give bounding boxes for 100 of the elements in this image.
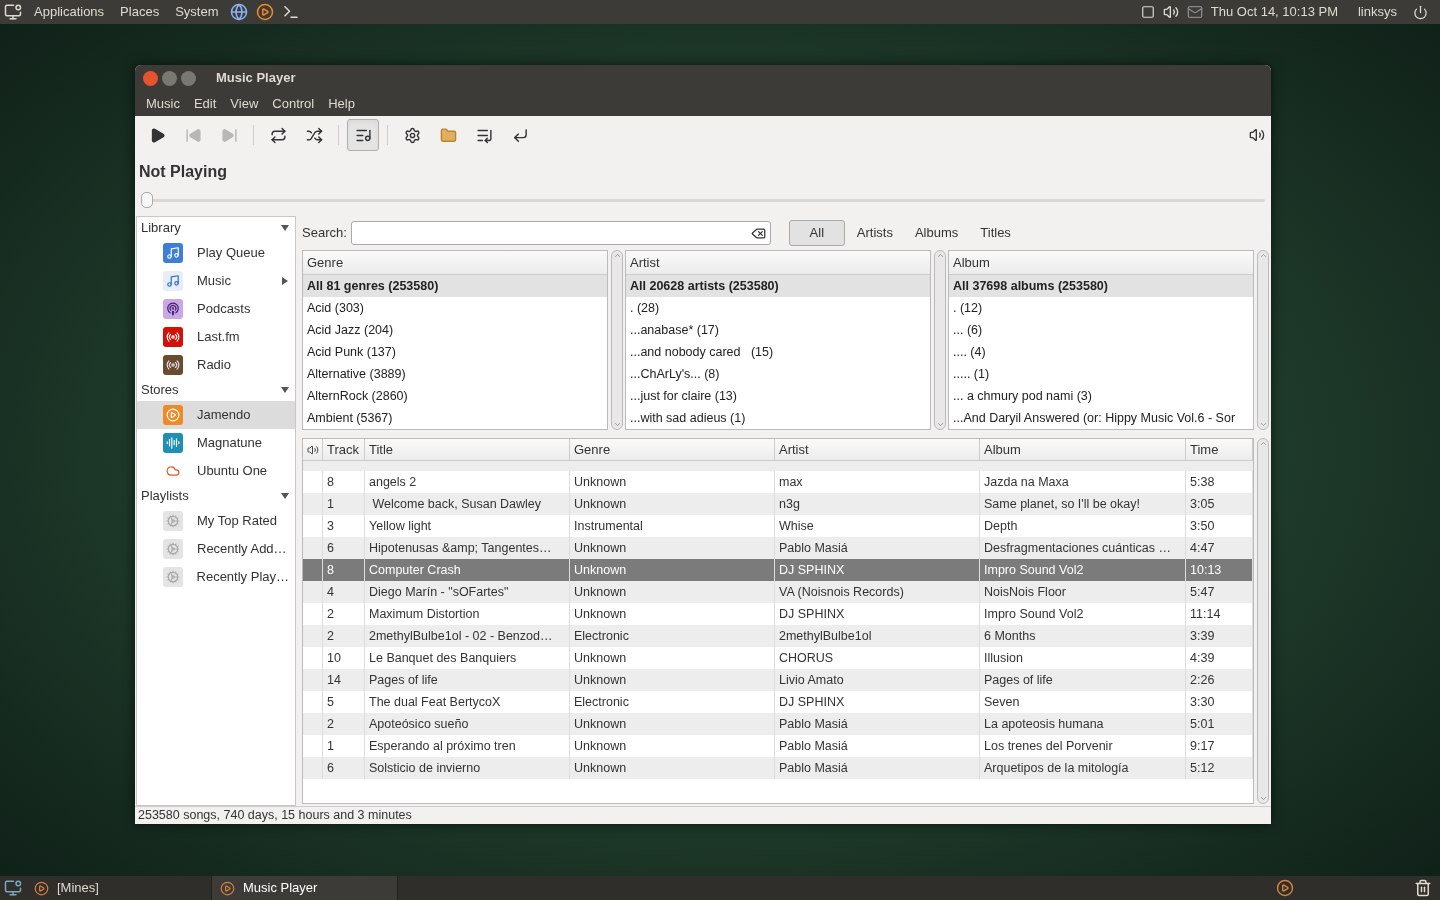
panel-menu[interactable]: System [171,2,223,22]
sidebar-item[interactable]: Magnatune [137,429,295,457]
menu-item[interactable]: View [223,93,266,114]
next-icon [220,126,238,144]
browser-item[interactable]: ...anabase* (17) [626,319,930,341]
sidebar-item[interactable]: Last.fm [137,323,295,351]
sidebar-group-header[interactable]: Stores [141,380,179,400]
sidebar-item[interactable]: Play Queue [137,239,295,267]
browser-item[interactable]: ..... (1) [949,363,1253,385]
sidebar-item[interactable]: Recently Play… [137,563,295,591]
volume-icon[interactable] [1162,4,1179,20]
expander-icon[interactable] [281,386,289,394]
browser-item[interactable]: .... (4) [949,341,1253,363]
previous-icon [184,126,202,144]
filter-toggle[interactable]: All [788,220,845,246]
sidebar-group-header[interactable]: Library [141,218,181,238]
browser-item[interactable]: All 37698 albums (253580) [949,275,1253,297]
browser-item[interactable]: Ambient (5367) [303,407,607,429]
terminal-icon[interactable] [282,3,301,21]
panel-menu[interactable]: Places [116,2,164,22]
track-row[interactable]: 2 2methylBulbe1ol - 02 - Benzod… Electronic 2methylBulbe1ol 6 Months 3:39 [303,625,1253,647]
mail-icon[interactable] [1186,4,1203,20]
expander-icon[interactable] [281,277,289,285]
sidebar-item[interactable]: Podcasts [137,295,295,323]
sidebar-item[interactable]: Music [137,267,295,295]
sidebar-item[interactable]: Recently Add… [137,535,295,563]
browser-item[interactable]: ...ChArLy's... (8) [626,363,930,385]
taskbar-button[interactable]: Music Player [212,876,398,900]
browser-item[interactable]: AlternRock (2860) [303,385,607,407]
table-cell-text: Unknown [574,737,627,755]
browser-item[interactable]: All 81 genres (253580) [303,275,607,297]
browser-item[interactable]: Alternative (3889) [303,363,607,385]
browser-item[interactable]: . (28) [626,297,930,319]
column-header[interactable]: Album [949,251,1253,275]
playlist-button[interactable] [347,119,379,151]
track-row[interactable]: 1 Welcome back, Susan Dawley Unknown n3g Same planet, so I'll be okay! 3:05 [303,493,1253,515]
menu-item[interactable]: Music [139,93,187,114]
sidebar-item[interactable]: Ubuntu One [137,457,295,485]
track-row[interactable]: 14 Pages of life Unknown Livio Amato Pages of life 2:26 [303,669,1253,691]
column-header[interactable]: Title [365,439,570,460]
show-desktop-icon[interactable] [4,879,22,897]
minimize-button[interactable] [162,70,177,86]
column-header[interactable]: Album [980,439,1186,460]
power-icon[interactable] [1413,4,1428,20]
browser-item[interactable]: All 20628 artists (253580) [626,275,930,297]
table-cell-text: VA (Noisnois Records) [779,583,904,601]
clear-icon[interactable] [750,225,766,241]
trash-icon[interactable] [1414,879,1432,897]
menu-item[interactable]: Edit [186,93,224,114]
close-button[interactable] [143,70,158,86]
browser-item[interactable]: ...And Daryil Answered (or: Hippy Music Vol.6 - Sor [949,407,1253,429]
filter-toggle[interactable]: Albums [904,220,969,246]
menu-item[interactable]: Control [265,93,322,114]
menu-item[interactable]: Help [321,93,362,114]
sidebar-group-header[interactable]: Playlists [141,486,189,506]
table-cell-text: 5:01 [1190,715,1215,733]
table-cell-text: 5 [327,693,334,711]
browser-item[interactable]: ...just for claire (13) [626,385,930,407]
table-cell-text: 4:39 [1190,649,1215,667]
user-name[interactable]: linksys [1358,2,1397,22]
track-row[interactable]: 4 Diego Marín - "sOFartes" Unknown VA (Noisnois Records) NoisNois Floor 5:47 [303,581,1253,603]
column-header[interactable]: Artist [626,251,930,275]
slider-thumb[interactable] [141,192,153,208]
volume-icon[interactable] [1249,127,1265,143]
browser-icon[interactable] [230,3,249,21]
browser-item[interactable]: ... (6) [949,319,1253,341]
column-header[interactable]: Track [323,439,365,460]
column-header[interactable]: Artist [775,439,980,460]
track-row[interactable]: 8 Computer Crash Unknown DJ SPHINX Impro Sound Vol2 10:13 [303,559,1253,581]
track-row[interactable]: 6 Hipotenusas &amp; Tangentes… Unknown Pablo Masiá Desfragmentaciones cuánticas … 4:47 [303,537,1253,559]
track-row[interactable]: 6 Solsticio de invierno Unknown Pablo Masiá Arquetipos de la mitología 5:12 [303,757,1253,779]
column-header[interactable]: Time [1186,439,1253,460]
browser-item[interactable]: . (12) [949,297,1253,319]
column-header[interactable]: Genre [303,251,607,275]
sidebar-item[interactable]: My Top Rated [137,507,295,535]
browser-item[interactable]: ... a chmury pod nami (3) [949,385,1253,407]
column-header[interactable]: Genre [570,439,775,460]
search-field[interactable] [350,221,771,245]
panel-menu[interactable]: Applications [30,2,109,22]
sidebar-item[interactable]: Jamendo [137,401,295,429]
radio-waves-icon [163,327,183,347]
browser-item[interactable]: Acid Jazz (204) [303,319,607,341]
clock[interactable]: Thu Oct 14, 10:13 PM [1210,2,1338,22]
table-cell-text: 2 [327,627,334,645]
sidebar-item[interactable]: Radio [137,351,295,379]
position-slider[interactable] [141,192,1265,208]
filter-toggle[interactable]: Titles [970,220,1021,246]
browser-item[interactable]: ...with sad adieus (1) [626,407,930,429]
window-title: Music Player [216,69,296,88]
browser-item[interactable]: Acid Punk (137) [303,341,607,363]
expander-icon[interactable] [281,224,289,232]
player-icon[interactable] [256,3,275,21]
expander-icon[interactable] [281,492,289,500]
browser-item[interactable]: ...and nobody cared (15) [626,341,930,363]
table-cell-text: DJ SPHINX [779,693,845,711]
table-cell-text: CHORUS [779,649,834,667]
filter-toggle[interactable]: Artists [846,220,903,246]
browser-item[interactable]: Acid (303) [303,297,607,319]
maximize-button[interactable] [181,70,196,86]
track-row[interactable]: 2 Apoteósico sueño Unknown Pablo Masiá La apoteosis humana 5:01 [303,713,1253,735]
